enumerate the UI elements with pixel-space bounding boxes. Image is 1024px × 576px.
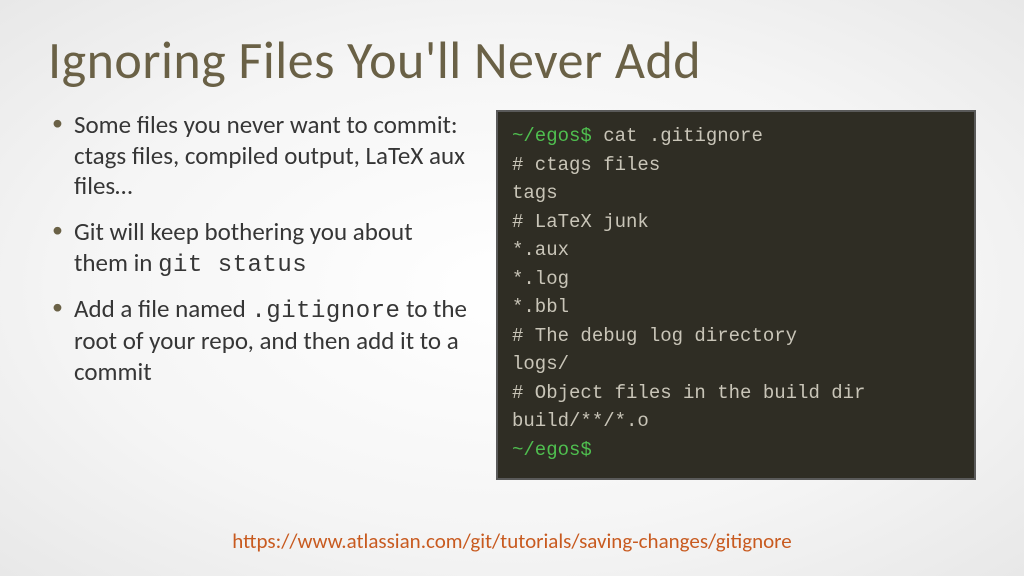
terminal-line: # LaTeX junk [512, 211, 649, 233]
terminal-line: logs/ [512, 353, 569, 375]
terminal-panel: ~/egos$ cat .gitignore # ctags files tag… [496, 110, 976, 480]
bullet-text: Add a file named [74, 293, 251, 324]
bullet-item: Git will keep bothering you about them i… [48, 217, 468, 280]
bullet-column: Some files you never want to commit: cta… [48, 110, 468, 480]
terminal-command: cat .gitignore [592, 125, 763, 147]
terminal-line: # The debug log directory [512, 325, 797, 347]
bullet-item: Add a file named .gitignore to the root … [48, 294, 468, 387]
terminal-line: *.log [512, 268, 569, 290]
terminal-prompt: ~/egos$ [512, 125, 592, 147]
terminal-line: # Object files in the build dir [512, 382, 865, 404]
bullet-text: Some files you never want to commit: cta… [74, 109, 465, 201]
terminal-line: tags [512, 182, 558, 204]
reference-link[interactable]: https://www.atlassian.com/git/tutorials/… [0, 528, 1024, 554]
terminal-line: *.aux [512, 239, 569, 261]
bullet-item: Some files you never want to commit: cta… [48, 110, 468, 203]
slide-title: Ignoring Files You'll Never Add [48, 28, 976, 92]
content-row: Some files you never want to commit: cta… [48, 110, 976, 480]
terminal-line: # ctags files [512, 154, 660, 176]
bullet-mono: git status [158, 252, 307, 279]
terminal-line: build/**/*.o [512, 410, 649, 432]
terminal-line: *.bbl [512, 296, 569, 318]
terminal-prompt: ~/egos$ [512, 439, 592, 461]
bullet-mono: .gitignore [251, 298, 400, 325]
